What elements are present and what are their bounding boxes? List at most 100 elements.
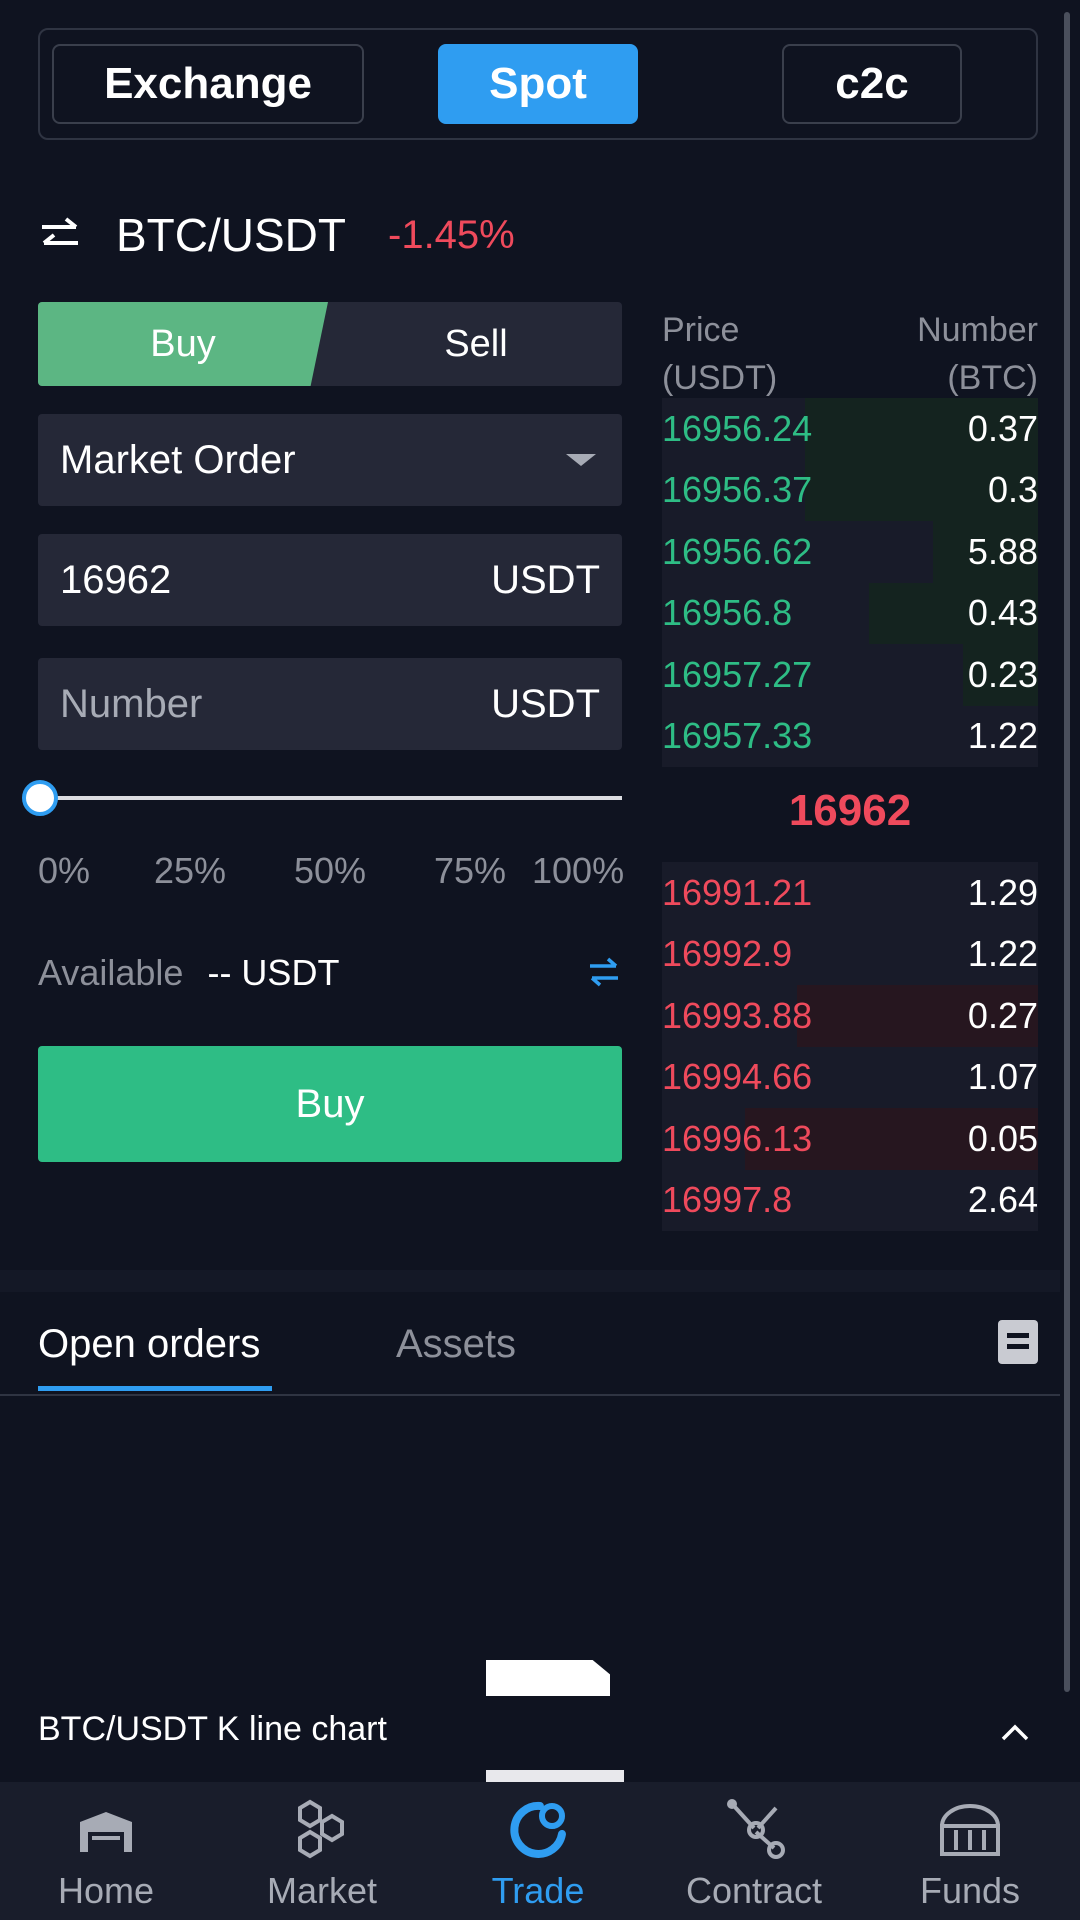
orderbook-bids: 16956.24 0.37 16956.37 0.3 16956.62 5.88 16956… [662, 398, 1038, 767]
available-balance: Available -- USDT [38, 950, 622, 996]
pair-name: BTC/USDT [116, 209, 346, 261]
pair-change: -1.45% [388, 212, 515, 257]
bids-number: 0.3 [987, 469, 1038, 511]
price-field[interactable]: 16962 USDT [38, 534, 622, 626]
slider-label-0[interactable]: 0% [38, 850, 90, 892]
slider-labels: 0% 25% 50% 75% 100% [38, 850, 624, 896]
contract-icon [727, 1799, 785, 1859]
price-unit: USDT [491, 557, 600, 602]
nav-trade-label: Trade [491, 1870, 585, 1911]
pair-header[interactable]: BTC/USDT -1.45% [38, 200, 515, 270]
bids-price[interactable]: 16957.33 [662, 715, 812, 757]
kline-toggle-row[interactable]: BTC/USDT K line chart [0, 1700, 1060, 1760]
price-header-label: Price [662, 311, 740, 349]
number-header-unit: (BTC) [947, 359, 1038, 397]
bids-price[interactable]: 16956.24 [662, 408, 812, 450]
slider-label-50[interactable]: 50% [294, 850, 366, 892]
price-value[interactable]: 16962 [60, 558, 171, 603]
available-value: -- USDT [207, 952, 340, 993]
nav-funds-label: Funds [919, 1870, 1021, 1911]
nav-home[interactable]: Home [6, 1794, 206, 1914]
bids-row[interactable]: 16956.8 0.43 [662, 582, 1038, 644]
number-column-header: Number (BTC) [917, 306, 1038, 402]
bottom-navigation: Home Market Trade Contract Funds [0, 1782, 1080, 1920]
slider-label-25[interactable]: 25% [154, 850, 226, 892]
market-type-tabs: Exchange Spot c2c [38, 28, 1038, 140]
nav-home-label: Home [57, 1870, 155, 1911]
side-toggle: Buy Sell [38, 302, 622, 386]
last-price: 16962 [788, 786, 912, 835]
tab-exchange[interactable]: Exchange [52, 44, 364, 124]
asks-price[interactable]: 16997.8 [662, 1179, 792, 1221]
kline-preview-strip [486, 1770, 624, 1782]
asks-price[interactable]: 16994.66 [662, 1056, 812, 1098]
orders-tabs: Open orders Assets [0, 1292, 1060, 1396]
order-type-select[interactable]: Market Order [38, 414, 622, 506]
asks-price[interactable]: 16992.9 [662, 933, 792, 975]
bids-row[interactable]: 16957.27 0.23 [662, 644, 1038, 706]
asks-number: 1.22 [967, 933, 1038, 975]
section-divider [0, 1270, 1060, 1292]
buy-side-button[interactable]: Buy [38, 302, 328, 386]
asks-row[interactable]: 16993.88 0.27 [662, 985, 1038, 1047]
bids-number: 5.88 [967, 530, 1038, 572]
nav-trade[interactable]: Trade [438, 1794, 638, 1914]
bids-row[interactable]: 16956.37 0.3 [662, 459, 1038, 521]
tab-c2c[interactable]: c2c [782, 44, 962, 124]
slider-label-100[interactable]: 100% [532, 850, 624, 892]
chevron-up-icon[interactable] [1000, 1718, 1030, 1748]
nav-contract-label: Contract [685, 1870, 823, 1911]
submit-buy-button[interactable]: Buy [38, 1046, 622, 1162]
asks-price[interactable]: 16996.13 [662, 1118, 812, 1160]
amount-unit: USDT [491, 681, 600, 726]
order-history-icon[interactable] [998, 1320, 1038, 1364]
asks-row[interactable]: 16994.66 1.07 [662, 1046, 1038, 1108]
bids-price[interactable]: 16956.37 [662, 469, 812, 511]
order-type-value: Market Order [60, 437, 296, 482]
asks-row[interactable]: 16996.13 0.05 [662, 1108, 1038, 1170]
bids-row[interactable]: 16956.62 5.88 [662, 521, 1038, 583]
asks-price[interactable]: 16993.88 [662, 995, 812, 1037]
kline-preview-image [486, 1660, 610, 1696]
orderbook-asks: 16991.21 1.29 16992.9 1.22 16993.88 0.27 16994… [662, 862, 1038, 1231]
number-header-label: Number [917, 311, 1038, 349]
bids-price[interactable]: 16956.8 [662, 592, 792, 634]
nav-funds[interactable]: Funds [870, 1794, 1070, 1914]
sell-side-button[interactable]: Sell [330, 302, 622, 386]
amount-slider[interactable] [22, 780, 622, 816]
funds-icon [939, 1804, 1001, 1856]
bids-row[interactable]: 16956.24 0.37 [662, 398, 1038, 460]
tab-open-orders[interactable]: Open orders [38, 1322, 260, 1367]
caret-down-icon [566, 454, 596, 466]
asks-price[interactable]: 16991.21 [662, 872, 812, 914]
slider-track[interactable] [38, 796, 622, 800]
asks-row[interactable]: 16997.8 2.64 [662, 1169, 1038, 1231]
slider-knob[interactable] [22, 780, 58, 816]
bids-price[interactable]: 16956.62 [662, 531, 812, 573]
trade-icon [510, 1801, 566, 1858]
nav-contract[interactable]: Contract [654, 1794, 854, 1914]
asks-number: 1.29 [967, 871, 1038, 913]
available-label: Available [38, 952, 184, 993]
asks-number: 1.07 [967, 1056, 1038, 1098]
bids-row[interactable]: 16957.33 1.22 [662, 705, 1038, 767]
asks-row[interactable]: 16991.21 1.29 [662, 862, 1038, 924]
amount-placeholder[interactable]: Number [60, 682, 202, 727]
nav-market[interactable]: Market [222, 1794, 422, 1914]
tab-spot[interactable]: Spot [438, 44, 638, 124]
orderbook-header: Price (USDT) Number (BTC) [662, 306, 1038, 397]
bids-number: 0.43 [967, 592, 1038, 634]
bids-number: 0.37 [967, 407, 1038, 449]
bids-number: 0.23 [967, 653, 1038, 695]
slider-label-75[interactable]: 75% [434, 850, 506, 892]
price-header-unit: (USDT) [662, 359, 778, 397]
swap-pair-icon[interactable] [38, 215, 82, 255]
kline-label: BTC/USDT K line chart [38, 1710, 387, 1748]
amount-field[interactable]: Number USDT [38, 658, 622, 750]
page-scrollbar[interactable] [1064, 12, 1070, 1692]
asks-row[interactable]: 16992.9 1.22 [662, 923, 1038, 985]
transfer-icon[interactable] [586, 954, 622, 990]
active-tab-indicator [38, 1386, 272, 1391]
tab-assets[interactable]: Assets [396, 1322, 516, 1367]
bids-price[interactable]: 16957.27 [662, 654, 812, 696]
